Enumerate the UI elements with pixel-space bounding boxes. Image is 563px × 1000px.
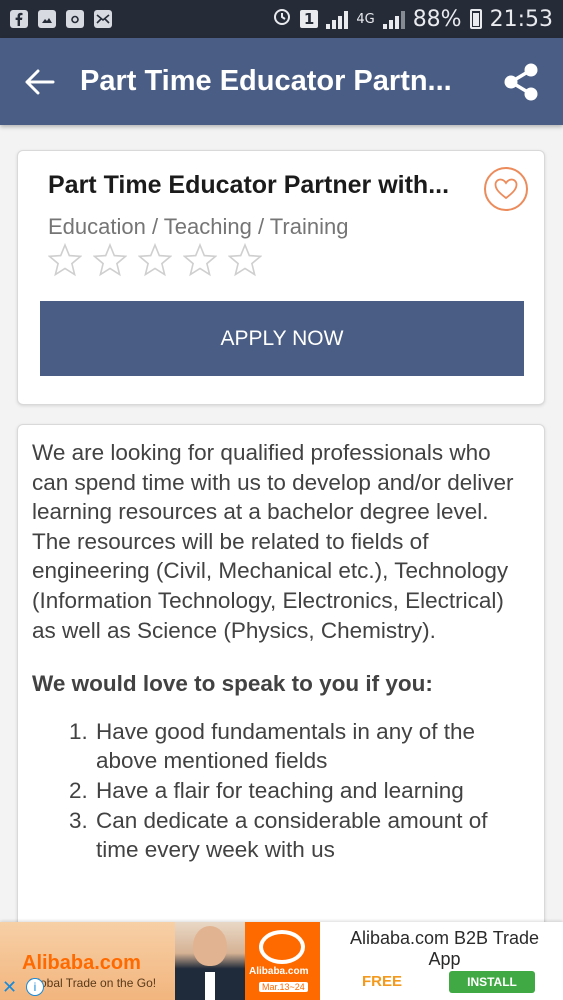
signal-icon-2 xyxy=(382,9,405,29)
alarm-icon xyxy=(272,6,292,32)
requirements-heading: We would love to speak to you if you: xyxy=(32,671,433,697)
share-button[interactable] xyxy=(491,52,551,112)
network-type: 4G xyxy=(356,11,375,27)
ad-tagline: Global Trade on the Go! xyxy=(28,976,157,990)
status-bar: 1 4G 88% 21:53 xyxy=(0,0,563,38)
heart-icon xyxy=(494,178,518,200)
install-button[interactable]: INSTALL xyxy=(449,971,535,993)
requirements-list: Have good fundamentals in any of the abo… xyxy=(32,717,530,865)
ad-price: FREE xyxy=(362,973,403,990)
clock: 21:53 xyxy=(489,6,553,32)
list-item: Have good fundamentals in any of the abo… xyxy=(94,717,530,776)
apply-now-button[interactable]: APPLY NOW xyxy=(40,301,524,376)
app-bar: Part Time Educator Partn... xyxy=(0,38,563,125)
list-item: Can dedicate a considerable amount of ti… xyxy=(94,806,530,865)
ad-banner[interactable]: Alibaba.com Global Trade on the Go! ✕ i … xyxy=(0,922,563,1000)
ad-logo-text: Alibaba.com xyxy=(249,966,309,977)
page-title: Part Time Educator Partn... xyxy=(80,65,452,97)
job-category: Education / Teaching / Training xyxy=(48,214,349,239)
battery-icon xyxy=(469,9,482,29)
ad-headline: Alibaba.com B2B Trade App xyxy=(349,928,540,969)
signal-icon xyxy=(326,9,349,29)
job-description-card: We are looking for qualified professiona… xyxy=(17,424,545,944)
back-button[interactable] xyxy=(10,52,70,112)
close-icon[interactable]: ✕ xyxy=(2,978,20,996)
rating-stars xyxy=(48,243,262,277)
ad-brand: Alibaba.com xyxy=(22,952,141,974)
gallery-icon xyxy=(38,10,56,28)
sim-badge: 1 xyxy=(299,10,319,28)
email-icon xyxy=(94,10,112,28)
job-summary-card: Part Time Educator Partner with... Educa… xyxy=(17,150,545,405)
description-paragraph: We are looking for qualified professiona… xyxy=(32,440,514,525)
info-icon[interactable]: i xyxy=(26,978,44,996)
ad-brand-panel: Alibaba.com Global Trade on the Go! ✕ i xyxy=(0,922,175,1000)
job-title: Part Time Educator Partner with... xyxy=(48,171,450,199)
list-item: Have a flair for teaching and learning xyxy=(94,776,530,806)
star-icon[interactable] xyxy=(183,243,217,277)
ad-person-image xyxy=(175,922,245,1000)
ad-cta-panel: Alibaba.com B2B Trade App FREE INSTALL xyxy=(326,922,563,1000)
facebook-icon xyxy=(10,10,28,28)
star-icon[interactable] xyxy=(228,243,262,277)
star-icon[interactable] xyxy=(138,243,172,277)
share-icon xyxy=(504,63,538,100)
description-paragraph: The resources will be related to fields … xyxy=(32,528,509,643)
favorite-button[interactable] xyxy=(484,167,528,211)
star-icon[interactable] xyxy=(93,243,127,277)
camera-icon xyxy=(66,10,84,28)
arrow-left-icon xyxy=(25,69,55,94)
alibaba-logo: Alibaba.com Mar.13~24 xyxy=(245,922,320,1000)
battery-percent: 88% xyxy=(412,6,462,32)
ad-logo-date: Mar.13~24 xyxy=(259,982,308,992)
star-icon[interactable] xyxy=(48,243,82,277)
